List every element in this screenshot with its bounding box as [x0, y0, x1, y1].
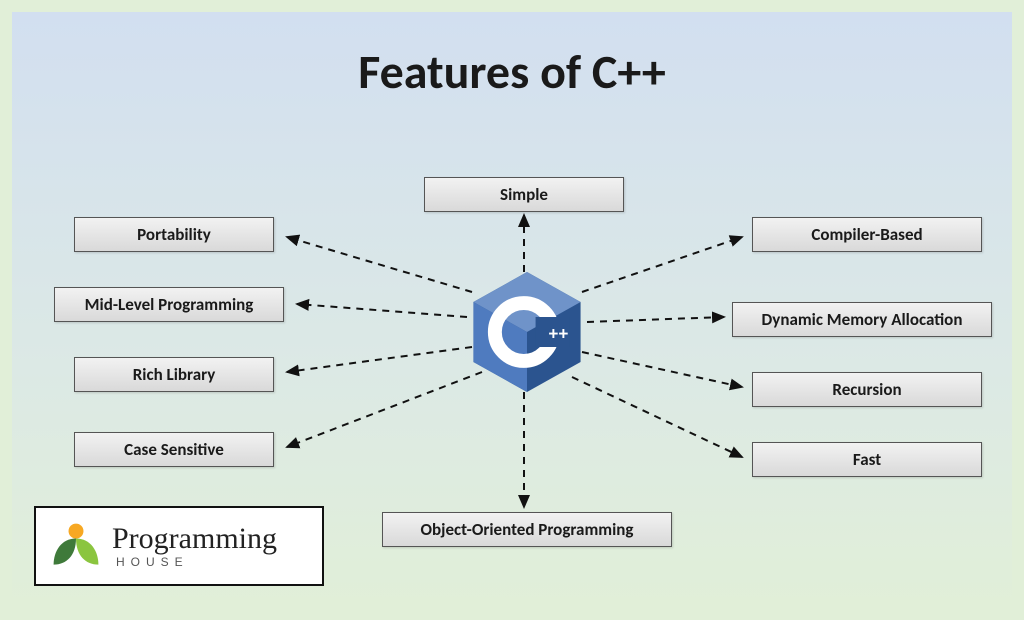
feature-portability: Portability: [74, 217, 274, 252]
feature-fast: Fast: [752, 442, 982, 477]
brand-leaf-icon: [48, 518, 104, 574]
brand-name: Programming: [112, 524, 277, 554]
feature-dynmem: Dynamic Memory Allocation: [732, 302, 992, 337]
feature-casesens: Case Sensitive: [74, 432, 274, 467]
feature-midlevel: Mid-Level Programming: [54, 287, 284, 322]
feature-richlib: Rich Library: [74, 357, 274, 392]
brand-subtitle: HOUSE: [112, 556, 277, 568]
page-title: Features of C++: [12, 42, 1012, 101]
brand-card: Programming HOUSE: [34, 506, 324, 586]
svg-text:++: ++: [548, 324, 568, 344]
cpp-logo: ++: [472, 272, 582, 392]
feature-oop: Object-Oriented Programming: [382, 512, 672, 547]
feature-recursion: Recursion: [752, 372, 982, 407]
feature-compiler: Compiler-Based: [752, 217, 982, 252]
feature-simple: Simple: [424, 177, 624, 212]
